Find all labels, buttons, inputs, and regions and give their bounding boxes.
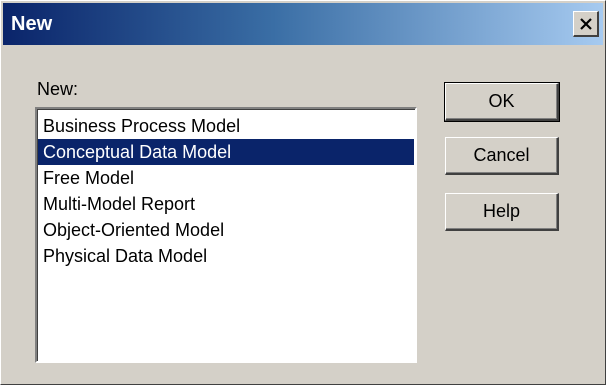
- close-icon: [579, 17, 593, 30]
- close-button[interactable]: [573, 11, 599, 37]
- list-item-physical-data-model[interactable]: Physical Data Model: [38, 243, 414, 269]
- title-bar[interactable]: New: [3, 3, 603, 45]
- new-dialog: New New: Business Process Model Conceptu…: [0, 0, 606, 385]
- cancel-button[interactable]: Cancel: [445, 137, 559, 175]
- list-item-object-oriented-model[interactable]: Object-Oriented Model: [38, 217, 414, 243]
- list-item-free-model[interactable]: Free Model: [38, 165, 414, 191]
- list-item-conceptual-data-model[interactable]: Conceptual Data Model: [38, 139, 414, 165]
- model-type-listbox[interactable]: Business Process Model Conceptual Data M…: [35, 107, 417, 363]
- list-item-business-process-model[interactable]: Business Process Model: [38, 113, 414, 139]
- ok-button[interactable]: OK: [444, 82, 560, 122]
- list-item-multi-model-report[interactable]: Multi-Model Report: [38, 191, 414, 217]
- window-title: New: [11, 13, 53, 35]
- list-label: New:: [37, 79, 79, 99]
- help-button[interactable]: Help: [445, 193, 559, 231]
